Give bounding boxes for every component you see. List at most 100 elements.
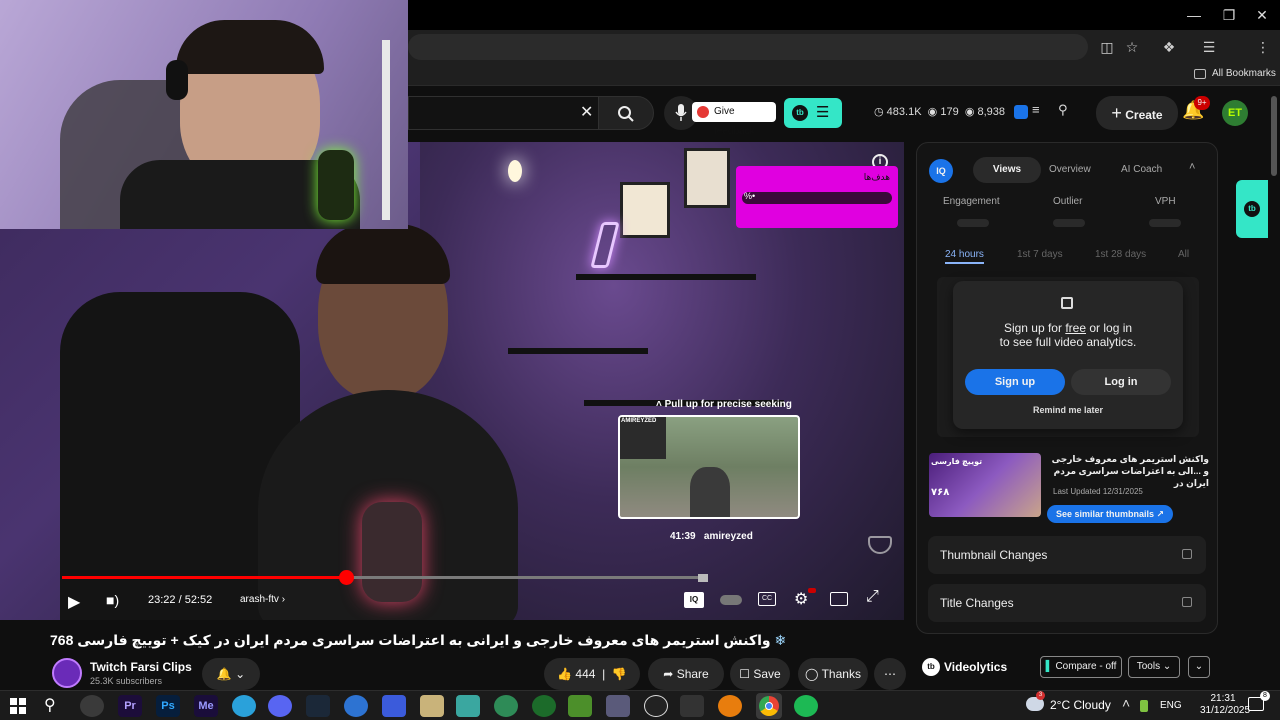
bookmark-star-icon[interactable]: ☆ [1121, 30, 1143, 64]
webcam-overlay [0, 0, 408, 229]
install-app-icon[interactable]: ◫ [1096, 30, 1118, 64]
tray-chevron-icon[interactable]: ˄ [1122, 695, 1130, 711]
settings-gear-icon[interactable]: ⚙ [794, 589, 808, 609]
clock-icon: ◷ [874, 106, 884, 118]
windows-taskbar: ⚲ Pr Ps Me 3 2°C Cloudy ˄ ENG 21:31 31/1… [0, 690, 1280, 720]
autoplay-toggle[interactable] [720, 595, 742, 605]
channel-avatar[interactable] [52, 658, 82, 688]
weather-text[interactable]: 2°C Cloudy [1050, 698, 1111, 712]
snowflake-icon: ❄ [774, 632, 787, 648]
tab-views[interactable]: Views [973, 157, 1041, 183]
subscribe-bell-button[interactable]: 🔔 ⌄ [202, 658, 260, 690]
xbox-icon[interactable] [532, 695, 556, 717]
unreal-icon[interactable] [644, 695, 668, 717]
spotify-icon[interactable] [794, 695, 818, 717]
channel-name[interactable]: Twitch Farsi Clips [90, 660, 192, 674]
windows-start-icon[interactable] [10, 698, 26, 714]
remind-later-link[interactable]: Remind me later [953, 405, 1183, 415]
progress-scrubber[interactable] [339, 570, 354, 585]
preview-chapter: amireyzed [703, 531, 753, 542]
chevron-down-icon: ⌄ [235, 667, 246, 681]
stat-live: 179 [940, 106, 959, 118]
all-bookmarks-link[interactable]: All Bookmarks [1212, 68, 1276, 79]
file-explorer-icon[interactable] [420, 695, 444, 717]
vidiq-floating-tab[interactable]: tb [1236, 180, 1268, 238]
taskbar-search-icon[interactable]: ⚲ [44, 695, 56, 715]
volume-icon[interactable]: ■) [106, 592, 119, 608]
tab-ai-coach[interactable]: AI Coach [1121, 164, 1162, 175]
telegram-icon[interactable] [232, 695, 256, 717]
clear-search-icon[interactable]: ✕ [580, 102, 593, 122]
range-28-days[interactable]: 1st 28 days [1095, 249, 1146, 260]
give-feedback-button[interactable]: Give feedback [692, 102, 776, 137]
chapter-button[interactable]: arash-ftv › [240, 594, 285, 605]
game-icon[interactable] [568, 695, 592, 717]
trophy-icon[interactable]: ⚲ [1058, 102, 1068, 118]
compare-label: Compare - off [1055, 661, 1117, 672]
epic-games-icon[interactable] [680, 695, 704, 717]
create-button[interactable]: + Create [1096, 96, 1178, 130]
login-button[interactable]: Log in [1071, 369, 1171, 395]
like-button[interactable]: 👍 444 [557, 667, 595, 681]
premiere-icon[interactable]: Pr [118, 695, 142, 717]
thumbnail-changes-row[interactable]: Thumbnail Changes [928, 536, 1206, 574]
maximize-icon[interactable]: ❐ [1211, 0, 1247, 30]
tray-app-icon[interactable] [1140, 700, 1148, 712]
vidiq-player-icon[interactable]: IQ [684, 592, 704, 608]
close-window-icon[interactable]: ✕ [1244, 0, 1280, 30]
miniplayer-icon[interactable] [830, 592, 848, 606]
similar-thumbnails-button[interactable]: See similar thumbnails ↗ [1047, 505, 1173, 523]
discord-icon[interactable] [268, 695, 292, 717]
goal-progress [742, 192, 892, 204]
edge-icon[interactable] [494, 695, 518, 717]
seek-hint: ˄ Pull up for precise seeking [656, 399, 792, 410]
chart-app-icon[interactable] [382, 695, 406, 717]
search-button[interactable] [598, 96, 654, 130]
chrome-active-icon[interactable] [756, 693, 782, 719]
extensions-icon[interactable]: ❖ [1158, 30, 1180, 64]
clock[interactable]: 21:31 31/12/2025 [1200, 693, 1250, 717]
list-icon[interactable]: ≡ [1032, 102, 1040, 117]
browser-menu-icon[interactable]: ⋮ [1252, 30, 1274, 64]
title-changes-row[interactable]: Title Changes [928, 584, 1206, 622]
range-24-hours[interactable]: 24 hours [945, 249, 984, 264]
photoshop-icon[interactable]: Ps [156, 695, 180, 717]
captions-icon[interactable]: CC [758, 592, 776, 606]
preview-character [690, 467, 730, 517]
play-icon[interactable]: ▶ [68, 592, 80, 612]
taskbar-app-icon[interactable] [80, 695, 104, 717]
steam-icon[interactable] [306, 695, 330, 717]
signup-button[interactable]: Sign up [965, 369, 1065, 395]
vidiq-logo-icon [697, 106, 709, 118]
save-button[interactable]: ☐ Save [730, 658, 790, 690]
page-scrollbar[interactable] [1271, 96, 1277, 176]
vidiq-panel-logo-icon: IQ [929, 159, 953, 183]
notes-icon[interactable] [456, 695, 480, 717]
account-avatar[interactable]: ET [1222, 100, 1248, 126]
expand-button[interactable]: ⌄ [1188, 656, 1210, 678]
minimize-icon[interactable]: — [1176, 0, 1212, 30]
compare-button[interactable]: ▌ Compare - off [1040, 656, 1122, 678]
vidiq-menu-button[interactable]: tb ☰ [784, 98, 842, 128]
controller-icon[interactable] [606, 695, 630, 717]
media-control-icon[interactable]: ☰ [1198, 30, 1220, 64]
tab-overview[interactable]: Overview [1049, 164, 1091, 175]
media-encoder-icon[interactable]: Me [194, 695, 218, 717]
collapse-chevron-icon[interactable]: ˄ [1189, 161, 1195, 173]
range-all[interactable]: All [1178, 249, 1189, 260]
tools-button[interactable]: Tools ⌄ [1128, 656, 1180, 678]
fullscreen-icon[interactable]: ⤢ [866, 588, 879, 606]
thumbs-down-icon[interactable]: 👎 [612, 667, 627, 681]
video-thumbnail[interactable]: ۷۶۸ توییچ فارسی [929, 453, 1041, 517]
more-actions-button[interactable]: ⋯ [874, 658, 906, 690]
vpn-icon[interactable] [344, 695, 368, 717]
language-indicator[interactable]: ENG [1160, 700, 1182, 711]
search-input[interactable] [408, 96, 598, 130]
address-bar[interactable] [408, 34, 1088, 60]
range-7-days[interactable]: 1st 7 days [1017, 249, 1063, 260]
blender-icon[interactable] [718, 695, 742, 717]
share-button[interactable]: ➦ Share [648, 658, 724, 690]
vidiq-square-icon[interactable] [1014, 105, 1028, 119]
thanks-button[interactable]: ◯ Thanks [798, 658, 868, 690]
bookmark-icon: ☐ [739, 667, 751, 681]
